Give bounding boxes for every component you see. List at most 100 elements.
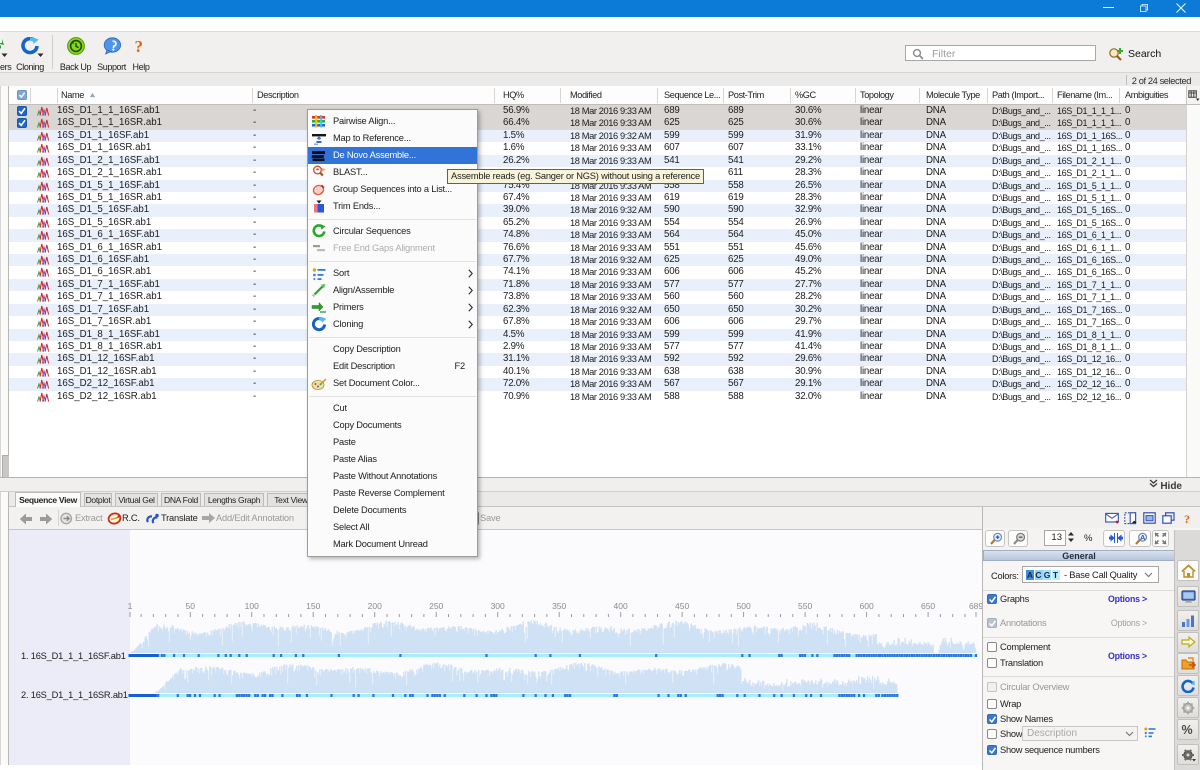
zoom-100-button[interactable]: A: [1129, 530, 1151, 547]
collapsed-sidebar-strip[interactable]: [0, 86, 10, 765]
table-row[interactable]: 16S_D1_1_16SR.ab1 - 1.6% 18 Mar 2016 9:33 A…: [9, 142, 1186, 154]
close-icon[interactable]: [1176, 3, 1186, 13]
table-row[interactable]: 16S_D1_1_1_16SF.ab1 - 56.9% 18 Mar 2016 9:3…: [9, 105, 1186, 118]
column-header-topo[interactable]: Topology: [860, 90, 894, 100]
column-header-mol[interactable]: Molecule Type: [926, 90, 980, 100]
column-separator[interactable]: [657, 88, 658, 103]
menu-item-copy-description[interactable]: Copy Description: [308, 341, 477, 358]
menu-item-cloning[interactable]: Cloning: [308, 316, 477, 333]
menu-item-set-document-color[interactable]: Set Document Color...: [308, 375, 477, 392]
column-separator[interactable]: [790, 88, 791, 103]
checkbox-show-names[interactable]: [987, 714, 997, 724]
toolbar-button-backup[interactable]: Back Up: [55, 34, 96, 72]
menu-item-align-assemble[interactable]: Align/Assemble: [308, 282, 477, 299]
column-header-desc[interactable]: Description: [257, 90, 299, 100]
column-separator[interactable]: [919, 88, 920, 103]
table-row[interactable]: 16S_D1_6_1_16SF.ab1 - 74.8% 18 Mar 2016 9:3…: [9, 229, 1186, 242]
checkbox-show-sequence-numbers[interactable]: [987, 745, 997, 755]
side-tab-home[interactable]: [1177, 560, 1199, 581]
toolbar-button-cloning[interactable]: Cloning: [10, 34, 50, 72]
column-header-path[interactable]: Path (Import...: [992, 90, 1045, 100]
column-header-amb[interactable]: Ambiguities: [1125, 90, 1168, 100]
menu-item-free-end-gaps-alignment[interactable]: Free End Gaps Alignment: [308, 240, 477, 257]
checkbox-translation[interactable]: [987, 658, 997, 668]
table-row[interactable]: 16S_D1_5_1_16SR.ab1 - 67.4% 18 Mar 2016 9:3…: [9, 192, 1186, 204]
column-separator[interactable]: [723, 88, 724, 103]
table-row[interactable]: 16S_D1_8_1_16SR.ab1 - 2.9% 18 Mar 2016 9:33…: [9, 341, 1186, 353]
column-separator[interactable]: [855, 88, 856, 103]
sort-mini-icon[interactable]: [1143, 726, 1156, 738]
tab-sequence-view[interactable]: Sequence View: [15, 492, 81, 507]
table-row[interactable]: 16S_D1_1_1_16SR.ab1 - 66.4% 18 Mar 2016 9:3…: [9, 117, 1186, 130]
menu-item-circular-sequences[interactable]: Circular Sequences: [308, 223, 477, 240]
column-separator[interactable]: [1119, 88, 1120, 103]
table-row[interactable]: 16S_D2_12_16SF.ab1 - 72.0% 18 Mar 2016 9:33…: [9, 378, 1186, 391]
column-separator[interactable]: [1052, 88, 1053, 103]
side-tab-statistics[interactable]: [1177, 610, 1199, 631]
zoom-value-input[interactable]: 13: [1044, 530, 1066, 546]
forward-arrow-icon[interactable]: [39, 513, 53, 525]
menu-item-delete-documents[interactable]: Delete Documents: [308, 502, 477, 519]
select-all-checkbox[interactable]: [17, 90, 27, 100]
table-row[interactable]: 16S_D1_7_16SR.ab1 - 67.8% 18 Mar 2016 9:33 …: [9, 316, 1186, 328]
table-row[interactable]: 16S_D2_12_16SR.ab1 - 70.9% 18 Mar 2016 9:33…: [9, 391, 1186, 403]
colors-dropdown[interactable]: ACGT - Base Call Quality: [1022, 566, 1159, 583]
minimize-icon[interactable]: [1103, 7, 1114, 9]
column-separator[interactable]: [252, 88, 253, 103]
menu-item-paste[interactable]: Paste: [308, 434, 477, 451]
menu-item-trim-ends[interactable]: Trim Ends...: [308, 198, 477, 215]
column-header-len[interactable]: Sequence Le...: [664, 90, 721, 100]
menu-item-paste-without-annotations[interactable]: Paste Without Annotations: [308, 468, 477, 485]
zoom-spinner[interactable]: [1067, 531, 1075, 543]
options-link-translation[interactable]: Options >: [1108, 651, 1147, 661]
column-header-hq[interactable]: HQ%: [503, 90, 524, 100]
table-row[interactable]: 16S_D1_8_1_16SF.ab1 - 4.5% 18 Mar 2016 9:33…: [9, 328, 1186, 341]
menu-item-cut[interactable]: Cut: [308, 400, 477, 417]
column-header-name[interactable]: Name: [61, 90, 96, 100]
menu-item-select-all[interactable]: Select All: [308, 519, 477, 536]
column-header-post[interactable]: Post-Trim: [728, 90, 764, 100]
row-checkbox-checked[interactable]: [17, 106, 27, 116]
side-tab-annotation-arrow[interactable]: [1177, 632, 1199, 653]
table-row[interactable]: 16S_D1_12_16SF.ab1 - 31.1% 18 Mar 2016 9:33…: [9, 353, 1186, 366]
back-arrow-icon[interactable]: [19, 513, 33, 525]
column-separator[interactable]: [560, 88, 561, 103]
envelope-icon[interactable]: [1105, 512, 1120, 524]
dock-window-icon[interactable]: [1124, 512, 1137, 525]
menu-item-edit-description[interactable]: Edit Description F2: [308, 358, 477, 375]
column-header-mod[interactable]: Modified: [570, 90, 602, 100]
restore-icon[interactable]: [1140, 4, 1148, 12]
checkbox-show[interactable]: [987, 729, 997, 739]
column-separator[interactable]: [29, 88, 31, 103]
table-row[interactable]: 16S_D1_12_16SR.ab1 - 40.1% 18 Mar 2016 9:33…: [9, 366, 1186, 378]
hide-panel-button[interactable]: Hide: [1149, 479, 1182, 492]
tab-dna-fold[interactable]: DNA Fold: [161, 493, 201, 506]
title-bar[interactable]: [0, 0, 1200, 17]
side-tab-refresh[interactable]: [1177, 675, 1199, 696]
checkbox-complement[interactable]: [987, 642, 997, 652]
side-tab-advanced-gear[interactable]: [1177, 744, 1199, 765]
side-tab-gear[interactable]: [1177, 697, 1199, 718]
tab-lengths-graph[interactable]: Lengths Graph: [204, 493, 264, 506]
zoom-in-button[interactable]: [985, 530, 1005, 547]
side-tab-export-folder[interactable]: [1177, 653, 1199, 674]
tab-dotplot[interactable]: Dotplot: [84, 493, 112, 506]
column-separator[interactable]: [56, 88, 58, 103]
general-section-header[interactable]: General: [983, 550, 1175, 561]
column-separator[interactable]: [987, 88, 988, 103]
menu-item-paste-alias[interactable]: Paste Alias: [308, 451, 477, 468]
menu-item-primers[interactable]: Primers: [308, 299, 477, 316]
column-chooser-button[interactable]: [1186, 86, 1200, 105]
checkbox-wrap[interactable]: [987, 699, 997, 709]
table-row[interactable]: 16S_D1_6_1_16SR.ab1 - 76.6% 18 Mar 2016 9:3…: [9, 242, 1186, 254]
table-row[interactable]: 16S_D1_5_16SR.ab1 - 65.2% 18 Mar 2016 9:33 …: [9, 217, 1186, 229]
table-row[interactable]: 16S_D1_6_16SR.ab1 - 74.1% 18 Mar 2016 9:33 …: [9, 266, 1186, 278]
checkbox-graphs[interactable]: [987, 594, 997, 604]
options-link-graphs[interactable]: Options >: [1108, 594, 1147, 604]
table-row[interactable]: 16S_D1_7_16SF.ab1 - 62.3% 18 Mar 2016 9:32 …: [9, 303, 1186, 317]
menu-item-pairwise-align[interactable]: Pairwise Align...: [308, 113, 477, 130]
table-row[interactable]: 16S_D1_7_1_16SR.ab1 - 73.8% 18 Mar 2016 9:3…: [9, 291, 1186, 303]
help-question-icon[interactable]: ?: [1184, 512, 1192, 525]
row-checkbox-checked[interactable]: [17, 118, 27, 129]
table-row[interactable]: 16S_D1_7_1_16SF.ab1 - 71.8% 18 Mar 2016 9:3…: [9, 278, 1186, 292]
